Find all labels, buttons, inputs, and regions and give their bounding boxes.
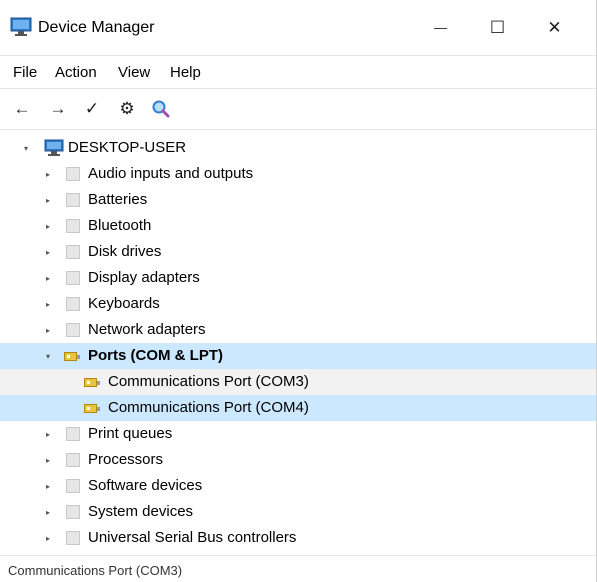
tree-item-label: System devices <box>88 503 194 520</box>
collapse-icon[interactable]: ▾ <box>42 343 54 369</box>
expand-icon[interactable]: ▸ <box>42 291 54 317</box>
expand-icon[interactable]: ▸ <box>42 161 54 187</box>
battery-icon <box>66 193 80 207</box>
tree-root-label: DESKTOP-USER <box>68 139 187 156</box>
collapse-icon[interactable]: ▾ <box>20 135 32 161</box>
processor-icon <box>66 453 80 467</box>
enable-device-button[interactable]: ✓ <box>80 98 104 120</box>
menu-view[interactable]: View <box>118 64 150 81</box>
tree-item-usb-controllers[interactable]: ▸ Universal Serial Bus controllers <box>0 525 596 551</box>
toolbar: ← → ✓ ⚙ <box>0 88 596 130</box>
minimize-icon: — <box>434 20 447 35</box>
status-text: Communications Port (COM3) <box>8 563 183 578</box>
expand-icon[interactable]: ▸ <box>42 187 54 213</box>
device-manager-window: Device Manager — ☐ ✕ File Action View He… <box>0 0 597 582</box>
tree-item-print-queues[interactable]: ▸ Print queues <box>0 421 596 447</box>
expand-icon[interactable]: ▸ <box>42 317 54 343</box>
usb-icon <box>66 531 80 545</box>
tree-item-batteries[interactable]: ▸ Batteries <box>0 187 596 213</box>
search-icon <box>152 100 170 118</box>
expand-icon[interactable]: ▸ <box>42 421 54 447</box>
tree-item-label: Disk drives <box>88 243 162 260</box>
system-device-icon <box>66 505 80 519</box>
expand-icon[interactable]: ▸ <box>42 265 54 291</box>
display-adapter-icon <box>66 271 80 285</box>
printer-icon <box>66 427 80 441</box>
device-manager-icon <box>10 17 32 36</box>
device-tree[interactable]: ▾ DESKTOP-USER ▸ Audio inputs and output… <box>0 135 596 553</box>
port-icon <box>84 404 100 413</box>
disk-drive-icon <box>66 245 80 259</box>
tree-item-label: Communications Port (COM3) <box>108 373 309 390</box>
tree-item-system-devices[interactable]: ▸ System devices <box>0 499 596 525</box>
tree-item-label: Network adapters <box>88 321 206 338</box>
menu-action[interactable]: Action <box>55 64 97 81</box>
tree-item-label: Universal Serial Bus controllers <box>88 529 297 546</box>
forward-arrow-icon: → <box>49 99 67 118</box>
menu-help[interactable]: Help <box>170 64 201 81</box>
computer-icon <box>44 139 64 156</box>
tree-item-com4[interactable]: Communications Port (COM4) <box>0 395 596 421</box>
menu-file[interactable]: File <box>13 64 37 81</box>
tree-item-label: Keyboards <box>88 295 160 312</box>
tree-item-label: Communications Port (COM4) <box>108 399 309 416</box>
port-icon <box>84 378 100 387</box>
close-button[interactable]: ✕ <box>526 0 583 55</box>
back-button[interactable]: ← <box>10 98 34 120</box>
title-bar[interactable]: Device Manager — ☐ ✕ <box>0 0 596 55</box>
tree-item-label: Ports (COM & LPT) <box>88 347 223 364</box>
expand-icon[interactable]: ▸ <box>42 213 54 239</box>
scan-hardware-button[interactable] <box>149 98 173 120</box>
expand-icon[interactable]: ▸ <box>42 473 54 499</box>
close-icon: ✕ <box>547 17 562 37</box>
minimize-button[interactable]: — <box>412 0 469 55</box>
tree-item-network-adapters[interactable]: ▸ Network adapters <box>0 317 596 343</box>
forward-button[interactable]: → <box>46 98 70 120</box>
tree-item-label: Processors <box>88 451 164 468</box>
tree-item-label: Batteries <box>88 191 148 208</box>
audio-icon <box>66 167 80 181</box>
keyboard-icon <box>66 297 80 311</box>
tree-root[interactable]: ▾ DESKTOP-USER <box>0 135 596 161</box>
tree-item-software-devices[interactable]: ▸ Software devices <box>0 473 596 499</box>
maximize-button[interactable]: ☐ <box>469 0 526 55</box>
check-icon: ✓ <box>84 99 100 118</box>
window-title: Device Manager <box>38 19 155 36</box>
expand-icon[interactable]: ▸ <box>42 499 54 525</box>
menu-bar: File Action View Help <box>0 55 596 88</box>
tree-item-label: Display adapters <box>88 269 200 286</box>
maximize-icon: ☐ <box>489 17 506 37</box>
expand-icon[interactable]: ▸ <box>42 239 54 265</box>
back-arrow-icon: ← <box>13 99 31 118</box>
tree-item-com3[interactable]: Communications Port (COM3) <box>0 369 596 395</box>
tree-item-keyboards[interactable]: ▸ Keyboards <box>0 291 596 317</box>
tree-item-bluetooth[interactable]: ▸ Bluetooth <box>0 213 596 239</box>
network-adapter-icon <box>66 323 80 337</box>
software-device-icon <box>66 479 80 493</box>
tree-item-disk-drives[interactable]: ▸ Disk drives <box>0 239 596 265</box>
tree-item-processors[interactable]: ▸ Processors <box>0 447 596 473</box>
gear-icon: ⚙ <box>119 99 135 118</box>
port-icon <box>64 352 80 361</box>
properties-button[interactable]: ⚙ <box>115 98 139 120</box>
tree-item-label: Audio inputs and outputs <box>88 165 254 182</box>
expand-icon[interactable]: ▸ <box>42 525 54 551</box>
tree-item-ports[interactable]: ▾ Ports (COM & LPT) <box>0 343 596 369</box>
expand-icon[interactable]: ▸ <box>42 447 54 473</box>
bluetooth-icon <box>66 219 80 233</box>
tree-item-audio[interactable]: ▸ Audio inputs and outputs <box>0 161 596 187</box>
tree-item-label: Bluetooth <box>88 217 152 234</box>
tree-item-label: Software devices <box>88 477 203 494</box>
tree-item-label: Print queues <box>88 425 173 442</box>
status-bar: Communications Port (COM3) <box>0 555 596 582</box>
tree-item-display-adapters[interactable]: ▸ Display adapters <box>0 265 596 291</box>
